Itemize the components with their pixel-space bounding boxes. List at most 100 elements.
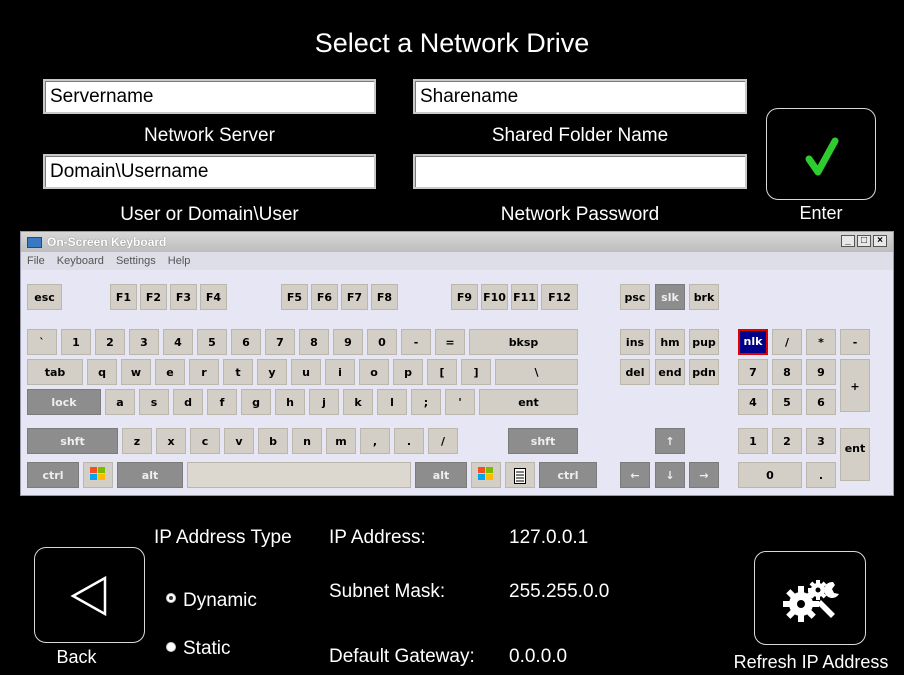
key-pdn[interactable]: pdn xyxy=(689,359,719,385)
password-input[interactable] xyxy=(413,154,747,189)
key-f[interactable]: f xyxy=(207,389,237,415)
maximize-button[interactable]: □ xyxy=(857,235,871,247)
key-del[interactable]: del xyxy=(620,359,650,385)
menu-settings[interactable]: Settings xyxy=(116,255,156,267)
key-f11[interactable]: F11 xyxy=(511,284,538,310)
key-right-arrow[interactable]: → xyxy=(689,462,719,488)
key-up[interactable]: ↑ xyxy=(655,428,685,454)
key-right-ctrl[interactable]: ctrl xyxy=(539,462,597,488)
key-left-win[interactable] xyxy=(83,462,113,488)
key-j[interactable]: j xyxy=(309,389,339,415)
key-right-alt[interactable]: alt xyxy=(415,462,467,488)
minimize-button[interactable]: _ xyxy=(841,235,855,247)
key-numlock[interactable]: nlk xyxy=(738,329,768,355)
key-c[interactable]: c xyxy=(190,428,220,454)
key-right-win[interactable] xyxy=(471,462,501,488)
key-minus[interactable]: - xyxy=(401,329,431,355)
key-np-slash[interactable]: / xyxy=(772,329,802,355)
key-left-arrow[interactable]: ← xyxy=(620,462,650,488)
share-name-input[interactable] xyxy=(413,79,747,114)
close-button[interactable]: × xyxy=(873,235,887,247)
osk-titlebar[interactable]: On-Screen Keyboard _ □ × xyxy=(21,232,893,252)
key-equals[interactable]: = xyxy=(435,329,465,355)
key-np-minus[interactable]: - xyxy=(840,329,870,355)
enter-button[interactable] xyxy=(766,108,876,200)
radio-dynamic[interactable] xyxy=(166,593,178,605)
key-1[interactable]: 1 xyxy=(61,329,91,355)
server-name-input[interactable] xyxy=(43,79,376,114)
key-tab[interactable]: tab xyxy=(27,359,83,385)
key-np-8[interactable]: 8 xyxy=(772,359,802,385)
key-o[interactable]: o xyxy=(359,359,389,385)
menu-file[interactable]: File xyxy=(27,255,45,267)
menu-keyboard[interactable]: Keyboard xyxy=(57,255,104,267)
key-f7[interactable]: F7 xyxy=(341,284,368,310)
key-s[interactable]: s xyxy=(139,389,169,415)
key-f4[interactable]: F4 xyxy=(200,284,227,310)
key-h[interactable]: h xyxy=(275,389,305,415)
key-end[interactable]: end xyxy=(655,359,685,385)
key-np-2[interactable]: 2 xyxy=(772,428,802,454)
key-left-alt[interactable]: alt xyxy=(117,462,183,488)
key-d[interactable]: d xyxy=(173,389,203,415)
key-slash[interactable]: / xyxy=(428,428,458,454)
key-z[interactable]: z xyxy=(122,428,152,454)
key-a[interactable]: a xyxy=(105,389,135,415)
key-e[interactable]: e xyxy=(155,359,185,385)
key-np-4[interactable]: 4 xyxy=(738,389,768,415)
key-g[interactable]: g xyxy=(241,389,271,415)
key-v[interactable]: v xyxy=(224,428,254,454)
key-np-3[interactable]: 3 xyxy=(806,428,836,454)
key-semicolon[interactable]: ; xyxy=(411,389,441,415)
key-f10[interactable]: F10 xyxy=(481,284,508,310)
key-slk[interactable]: slk xyxy=(655,284,685,310)
key-b[interactable]: b xyxy=(258,428,288,454)
key-0[interactable]: 0 xyxy=(367,329,397,355)
key-n[interactable]: n xyxy=(292,428,322,454)
key-2[interactable]: 2 xyxy=(95,329,125,355)
key-np-plus[interactable]: + xyxy=(840,359,870,412)
key-rbracket[interactable]: ] xyxy=(461,359,491,385)
key-left-shift[interactable]: shft xyxy=(27,428,118,454)
key-5[interactable]: 5 xyxy=(197,329,227,355)
refresh-ip-button[interactable] xyxy=(754,551,866,645)
key-f12[interactable]: F12 xyxy=(541,284,578,310)
key-f1[interactable]: F1 xyxy=(110,284,137,310)
key-right-shift[interactable]: shft xyxy=(508,428,578,454)
key-f9[interactable]: F9 xyxy=(451,284,478,310)
key-f8[interactable]: F8 xyxy=(371,284,398,310)
key-r[interactable]: r xyxy=(189,359,219,385)
key-q[interactable]: q xyxy=(87,359,117,385)
key-x[interactable]: x xyxy=(156,428,186,454)
key-k[interactable]: k xyxy=(343,389,373,415)
key-l[interactable]: l xyxy=(377,389,407,415)
key-np-1[interactable]: 1 xyxy=(738,428,768,454)
key-7[interactable]: 7 xyxy=(265,329,295,355)
key-6[interactable]: 6 xyxy=(231,329,261,355)
key-p[interactable]: p xyxy=(393,359,423,385)
key-down-arrow[interactable]: ↓ xyxy=(655,462,685,488)
key-f5[interactable]: F5 xyxy=(281,284,308,310)
key-backspace[interactable]: bksp xyxy=(469,329,578,355)
back-button[interactable] xyxy=(34,547,145,643)
key-ins[interactable]: ins xyxy=(620,329,650,355)
key-quote[interactable]: ' xyxy=(445,389,475,415)
key-u[interactable]: u xyxy=(291,359,321,385)
key-w[interactable]: w xyxy=(121,359,151,385)
key-left-ctrl[interactable]: ctrl xyxy=(27,462,79,488)
key-np-9[interactable]: 9 xyxy=(806,359,836,385)
key-f2[interactable]: F2 xyxy=(140,284,167,310)
key-y[interactable]: y xyxy=(257,359,287,385)
key-menu[interactable] xyxy=(505,462,535,488)
key-backtick[interactable]: ` xyxy=(27,329,57,355)
menu-help[interactable]: Help xyxy=(168,255,191,267)
radio-static[interactable] xyxy=(166,642,178,654)
key-f3[interactable]: F3 xyxy=(170,284,197,310)
key-f6[interactable]: F6 xyxy=(311,284,338,310)
key-i[interactable]: i xyxy=(325,359,355,385)
key-space[interactable] xyxy=(187,462,411,488)
key-m[interactable]: m xyxy=(326,428,356,454)
key-capslock[interactable]: lock xyxy=(27,389,101,415)
key-np-7[interactable]: 7 xyxy=(738,359,768,385)
key-t[interactable]: t xyxy=(223,359,253,385)
